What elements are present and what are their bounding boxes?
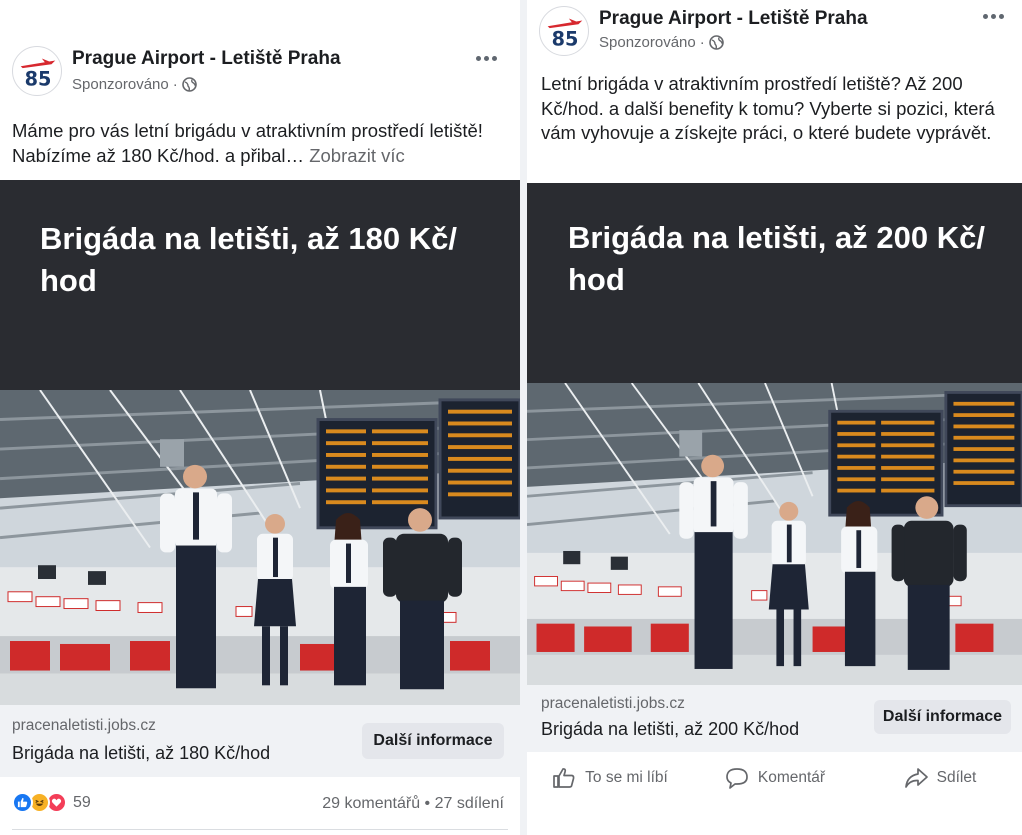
link-domain: pracenaletisti.jobs.cz	[12, 717, 156, 734]
comment-icon	[726, 768, 748, 789]
action-bar: To se mi líbí Komentář Sdílet	[527, 752, 1022, 804]
ad-post-left: Prague Airport - Letiště Praha Sponzorov…	[0, 0, 520, 835]
like-button[interactable]: To se mi líbí	[527, 752, 692, 804]
link-domain: pracenaletisti.jobs.cz	[541, 695, 685, 712]
separator-dot: ·	[172, 76, 178, 93]
sponsored-label: Sponzorováno ·	[599, 34, 724, 51]
ad-photo[interactable]	[0, 390, 520, 705]
learn-more-button[interactable]: Další informace	[362, 723, 504, 759]
post-body: Máme pro vás letní brigádu v atraktivním…	[12, 118, 512, 168]
globe-icon	[708, 35, 724, 50]
see-more-link[interactable]: Zobrazit víc	[309, 145, 405, 166]
engagement-stats: 29 komentářů • 27 sdílení	[322, 795, 504, 813]
post-header: Prague Airport - Letiště Praha Sponzorov…	[0, 42, 520, 102]
post-text: Máme pro vás letní brigádu v atraktivním…	[12, 120, 483, 166]
page-name[interactable]: Prague Airport - Letiště Praha	[599, 8, 868, 30]
comment-button[interactable]: Komentář	[692, 752, 857, 804]
learn-more-button[interactable]: Další informace	[874, 700, 1011, 734]
link-preview[interactable]: pracenaletisti.jobs.cz Brigáda na letišt…	[0, 705, 520, 777]
reaction-count: 59	[73, 793, 91, 811]
sponsored-label: Sponzorováno ·	[72, 76, 197, 93]
ad-photo[interactable]	[527, 383, 1022, 685]
post-body: Letní brigáda v atraktivním prostředí le…	[541, 72, 1011, 146]
like-label: To se mi líbí	[585, 769, 668, 786]
airport-staff-photo	[527, 383, 1022, 685]
share-button[interactable]: Sdílet	[857, 752, 1022, 804]
more-options-icon[interactable]	[471, 48, 501, 68]
section-divider	[12, 829, 508, 830]
page-avatar[interactable]	[539, 6, 589, 56]
prague-airport-85-logo	[547, 18, 583, 51]
globe-icon	[181, 77, 197, 92]
page-avatar[interactable]	[12, 46, 62, 96]
link-title: Brigáda na letišti, až 200 Kč/hod	[541, 719, 800, 739]
post-gap	[520, 0, 527, 835]
post-header: Prague Airport - Letiště Praha Sponzorov…	[527, 4, 1022, 64]
comments-count[interactable]: 29 komentářů	[322, 795, 420, 812]
ad-headline-band[interactable]: Brigáda na letišti, až 200 Kč/ hod	[527, 183, 1022, 383]
link-title: Brigáda na letišti, až 180 Kč/hod	[12, 743, 271, 763]
share-icon	[904, 768, 928, 788]
shares-count[interactable]: 27 sdílení	[435, 795, 504, 812]
reaction-summary[interactable]: 59	[12, 792, 91, 813]
separator-dot: ·	[699, 34, 705, 51]
post-text: Letní brigáda v atraktivním prostředí le…	[541, 73, 995, 143]
page-name[interactable]: Prague Airport - Letiště Praha	[72, 48, 341, 70]
ad-post-right: Prague Airport - Letiště Praha Sponzorov…	[527, 0, 1022, 835]
airport-staff-photo	[0, 390, 520, 705]
share-label: Sdílet	[936, 769, 977, 786]
link-preview[interactable]: pracenaletisti.jobs.cz Brigáda na letišt…	[527, 685, 1022, 752]
more-options-icon[interactable]	[978, 6, 1008, 26]
sponsored-text: Sponzorováno	[72, 76, 169, 93]
ad-headline-band[interactable]: Brigáda na letišti, až 180 Kč/ hod	[0, 180, 520, 390]
stats-separator: •	[424, 795, 431, 812]
ad-headline: Brigáda na letišti, až 200 Kč/ hod	[568, 220, 985, 297]
ad-headline: Brigáda na letišti, až 180 Kč/ hod	[40, 221, 457, 298]
like-icon	[12, 792, 33, 813]
comment-label: Komentář	[757, 769, 826, 786]
sponsored-text: Sponzorováno	[599, 34, 696, 51]
prague-airport-85-logo	[20, 58, 56, 91]
thumbs-up-icon	[553, 768, 575, 788]
